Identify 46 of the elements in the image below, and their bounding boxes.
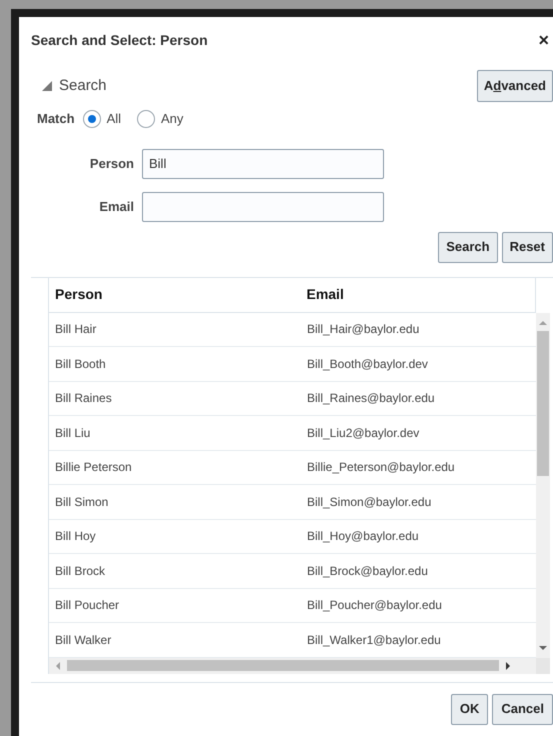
table-cell-text: Bill_Walker1@baylor.edu xyxy=(306,632,442,649)
input-field[interactable]: Bill xyxy=(142,148,384,178)
table-cell-text: Bill_Hoy@baylor.edu xyxy=(306,528,420,546)
table-cell-text: Bill_Hair@baylor.edu xyxy=(306,321,420,338)
action-button[interactable]: Cancel xyxy=(492,694,553,724)
table-cell-text: Bill Walker xyxy=(54,632,112,649)
horizontal-scrollbar[interactable] xyxy=(49,658,536,674)
scroll-right-icon[interactable] xyxy=(505,660,511,670)
radio-option[interactable]: All xyxy=(82,109,122,128)
input-field[interactable] xyxy=(142,192,384,222)
table-cell-text: Bill Liu xyxy=(54,424,92,442)
scroll-up-icon[interactable] xyxy=(538,318,548,326)
action-button[interactable]: Search xyxy=(438,232,498,262)
match-label: Match xyxy=(37,110,75,128)
table-cell-text: Bill_Poucher@baylor.edu xyxy=(306,597,443,614)
vertical-scrollbar[interactable] xyxy=(536,312,550,658)
dialog-title: Search and Select: Person xyxy=(31,30,208,50)
table-cell-text: Bill Raines xyxy=(54,390,113,408)
close-button[interactable]: × xyxy=(538,31,549,49)
table-cell-text: Bill_Raines@baylor.edu xyxy=(306,390,436,408)
scroll-thumb[interactable] xyxy=(67,660,499,671)
scroll-left-icon[interactable] xyxy=(55,660,61,670)
table-cell-text: Bill_Simon@baylor.edu xyxy=(306,494,432,511)
table-cell-text: Bill Booth xyxy=(54,356,107,373)
action-button[interactable]: OK xyxy=(450,694,488,724)
table-cell-text: Bill Hair xyxy=(54,321,98,338)
action-button[interactable]: Reset xyxy=(502,232,553,262)
table-cell-text: Billie_Peterson@baylor.edu xyxy=(306,459,456,476)
advanced-button[interactable]: Advanced xyxy=(476,70,553,102)
column-header[interactable]: Person xyxy=(49,278,300,312)
table-cell-text: Bill_Brock@baylor.edu xyxy=(306,562,429,580)
table-cell-text: Bill_Booth@baylor.dev xyxy=(306,356,429,373)
scroll-down-icon[interactable] xyxy=(538,644,548,652)
table-cell-text: Bill_Liu2@baylor.dev xyxy=(306,424,420,442)
scrollbar-corner xyxy=(536,658,550,674)
table-cell-text: Bill Poucher xyxy=(54,597,120,614)
field-label: Person xyxy=(88,154,134,173)
table-cell-text: Bill Simon xyxy=(54,494,110,511)
table-cell-text: Bill Brock xyxy=(54,562,106,580)
table-cell-text: Bill Hoy xyxy=(54,528,97,546)
scroll-thumb[interactable] xyxy=(537,330,549,476)
column-header[interactable]: Email xyxy=(300,278,535,312)
search-disclosure[interactable]: Search xyxy=(41,74,107,98)
table-cell-text: Billie Peterson xyxy=(54,459,133,476)
radio-option[interactable]: Any xyxy=(137,109,184,128)
field-label: Email xyxy=(98,198,134,216)
